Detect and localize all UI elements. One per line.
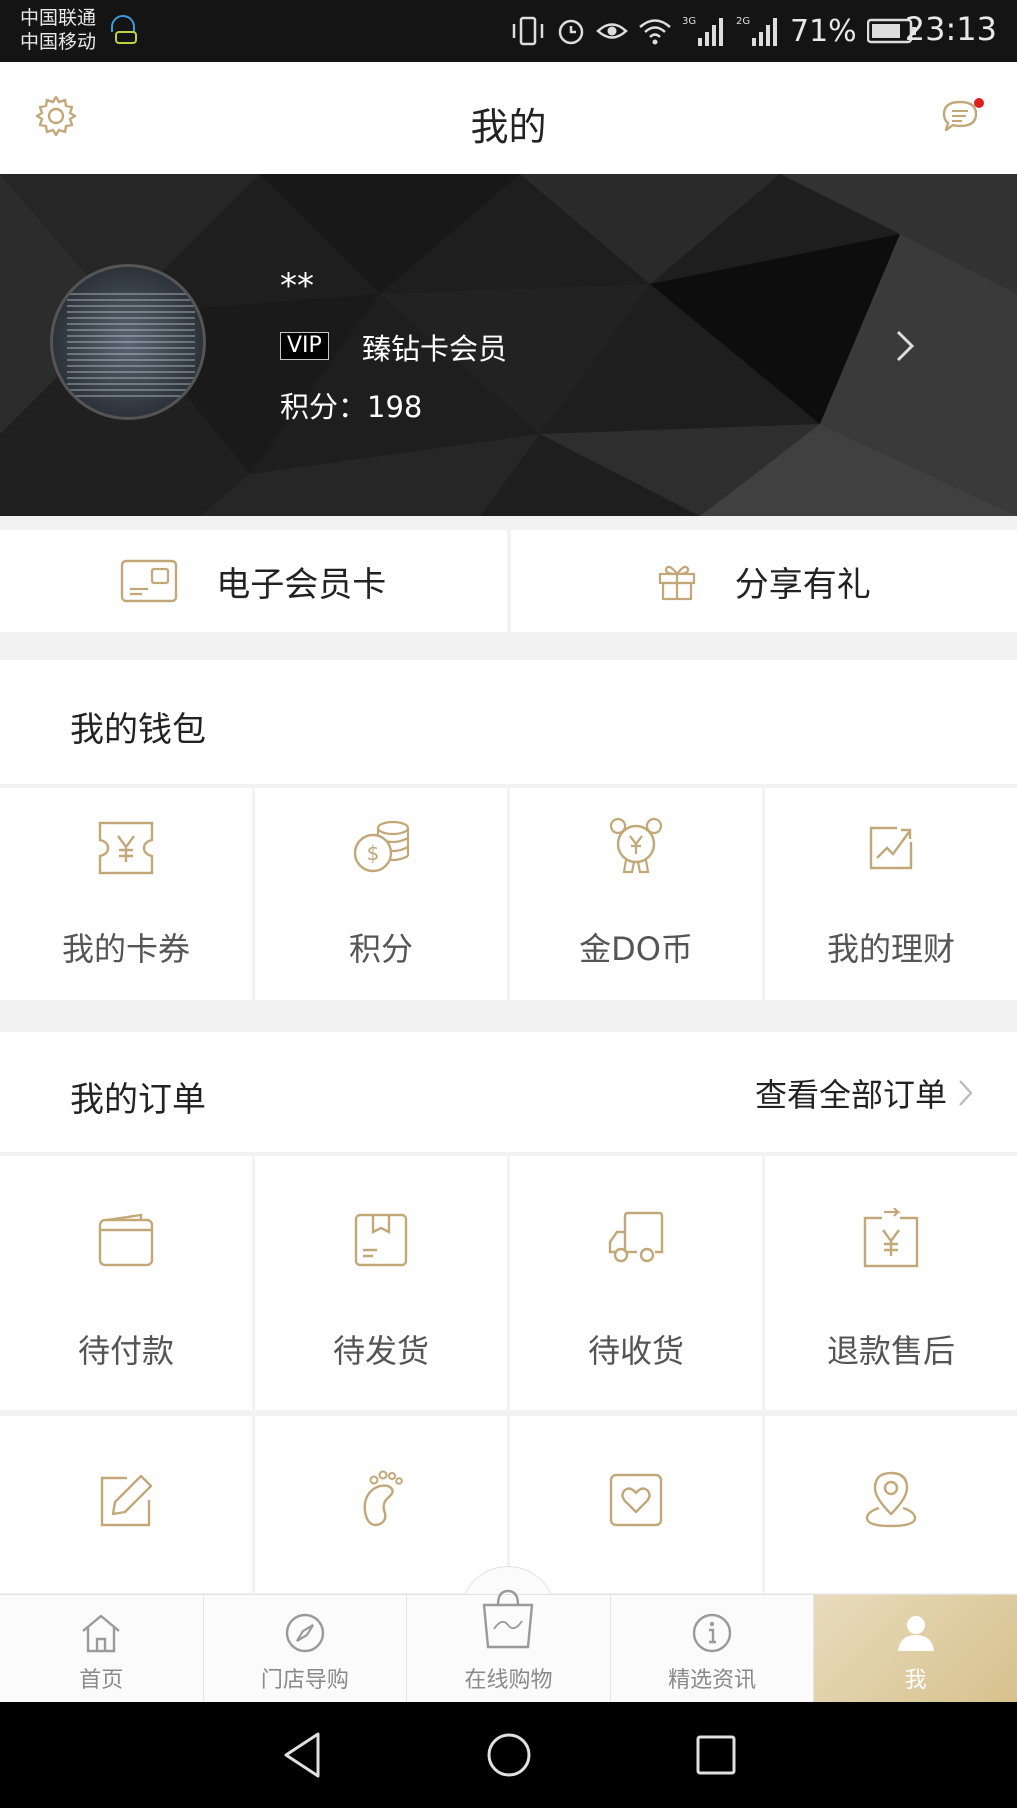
wallet-gold-coin[interactable]: 金DO币 <box>510 788 765 1000</box>
page-title: 我的 <box>470 105 547 149</box>
member-level: 臻钻卡会员 <box>362 332 508 366</box>
wallet-coupons[interactable]: 我的卡券 <box>0 788 255 1000</box>
gift-icon <box>658 565 695 601</box>
quick-actions: 电子会员卡 分享有礼 <box>0 530 1017 632</box>
orders-grid-row-1: 待付款 待发货 待收货 退款售后 <box>0 1156 1017 1410</box>
clock: 23:13 <box>904 10 997 48</box>
wallet-icon <box>98 1213 154 1267</box>
wallet-gold-coin-label: 金DO币 <box>579 930 693 968</box>
order-pending-shipment-label: 待发货 <box>332 1332 429 1370</box>
home-icon <box>82 1614 121 1653</box>
unread-dot <box>974 98 984 108</box>
vip-badge: VIP <box>280 332 329 360</box>
wallet-finance-label: 我的理财 <box>826 930 955 968</box>
bear-coin-icon <box>609 817 663 874</box>
home-circle-icon[interactable] <box>486 1730 532 1780</box>
edit-icon <box>100 1474 153 1527</box>
user-icon <box>897 1616 934 1651</box>
order-pending-receipt[interactable]: 待收货 <box>510 1156 765 1410</box>
profile-banner[interactable]: ** VIP 臻钻卡会员 积分：198 <box>0 174 1017 516</box>
tab-news[interactable]: 精选资讯 <box>611 1595 815 1702</box>
order-favorites[interactable] <box>510 1416 765 1593</box>
tab-me-label: 我 <box>904 1668 927 1693</box>
chevron-right-icon[interactable] <box>892 326 920 366</box>
info-icon <box>692 1613 732 1653</box>
tab-online-shop-label: 在线购物 <box>464 1668 553 1693</box>
order-pending-payment[interactable]: 待付款 <box>0 1156 255 1410</box>
view-all-orders-link[interactable]: 查看全部订单 <box>755 1070 975 1116</box>
settings-gear-icon[interactable] <box>34 94 78 138</box>
order-refund-aftersale[interactable]: 退款售后 <box>765 1156 1017 1410</box>
member-card-icon <box>121 559 178 603</box>
nickname: ** <box>280 266 314 306</box>
back-icon[interactable] <box>280 1730 324 1780</box>
order-pending-receipt-label: 待收货 <box>587 1332 684 1370</box>
view-all-orders-label: 查看全部订单 <box>754 1076 947 1114</box>
tab-home-label: 首页 <box>79 1668 124 1693</box>
chevron-right-icon <box>959 1080 973 1106</box>
vibrate-icon <box>512 16 544 46</box>
order-pending-shipment[interactable]: 待发货 <box>255 1156 510 1410</box>
share-gift-button[interactable]: 分享有礼 <box>511 530 1017 632</box>
location-icon <box>865 1471 917 1528</box>
tab-me[interactable]: 我 <box>814 1595 1017 1702</box>
eye-icon <box>596 23 628 39</box>
share-gift-label: 分享有礼 <box>734 564 871 605</box>
carrier-labels: 中国联通 中国移动 <box>20 6 96 54</box>
network-1-label: 3G <box>682 16 696 27</box>
order-review[interactable] <box>0 1416 255 1593</box>
system-nav-bar <box>0 1702 1017 1808</box>
tab-store-guide[interactable]: 门店导购 <box>204 1595 408 1702</box>
tab-news-label: 精选资讯 <box>668 1668 757 1693</box>
member-card-button[interactable]: 电子会员卡 <box>0 530 511 632</box>
truck-icon <box>608 1211 664 1263</box>
wallet-header: 我的钱包 <box>0 660 1017 784</box>
order-history[interactable] <box>255 1416 510 1593</box>
points-text: 积分：198 <box>280 390 423 424</box>
wallet-coupons-label: 我的卡券 <box>61 930 190 968</box>
status-icons: 3G 2G 71% <box>510 12 917 50</box>
footprint-icon <box>363 1470 403 1527</box>
page-header: 我的 <box>0 62 1017 174</box>
refund-icon <box>863 1208 919 1268</box>
package-icon <box>354 1213 408 1267</box>
wifi-icon <box>639 19 671 45</box>
wallet-points[interactable]: $ 积分 <box>255 788 510 1000</box>
wallet-grid: 我的卡券 $ 积分 金DO币 我的理财 <box>0 788 1017 1000</box>
wallet-points-label: 积分 <box>348 930 413 968</box>
finance-chart-icon <box>869 826 913 870</box>
carrier-1: 中国联通 <box>20 7 97 29</box>
tab-online-shop[interactable]: 在线购物 <box>407 1589 611 1702</box>
network-2-label: 2G <box>736 16 750 27</box>
wallet-finance[interactable]: 我的理财 <box>765 788 1017 1000</box>
carrier-2: 中国移动 <box>20 31 97 53</box>
order-refund-aftersale-label: 退款售后 <box>826 1332 955 1370</box>
order-pending-payment-label: 待付款 <box>77 1332 174 1370</box>
signal-2g-icon: 2G <box>736 16 777 46</box>
coupon-icon <box>98 821 154 875</box>
avatar[interactable] <box>50 264 206 420</box>
compass-icon <box>285 1613 325 1653</box>
shopping-bag-icon <box>483 1589 534 1649</box>
member-card-label: 电子会员卡 <box>216 564 387 605</box>
svg-text:$: $ <box>367 841 380 865</box>
orders-header: 我的订单 查看全部订单 <box>0 1032 1017 1152</box>
bottom-tab-bar: 首页 门店导购 在线购物 精选资讯 我 <box>0 1589 1017 1702</box>
status-bar: 中国联通 中国移动 3G 2G 71% 23:13 <box>0 0 1017 62</box>
headset-icon <box>111 15 137 44</box>
recents-icon[interactable] <box>694 1730 738 1780</box>
tab-home[interactable]: 首页 <box>0 1595 204 1702</box>
alarm-icon <box>558 19 584 45</box>
coins-icon: $ <box>353 820 410 873</box>
tab-store-guide-label: 门店导购 <box>260 1668 349 1693</box>
order-address[interactable] <box>765 1416 1017 1593</box>
heart-icon <box>609 1473 663 1527</box>
message-icon[interactable] <box>940 96 986 138</box>
orders-title: 我的订单 <box>70 1080 206 1120</box>
wallet-title: 我的钱包 <box>70 710 206 750</box>
battery-percent: 71% <box>790 13 857 49</box>
signal-3g-icon: 3G <box>682 16 723 46</box>
